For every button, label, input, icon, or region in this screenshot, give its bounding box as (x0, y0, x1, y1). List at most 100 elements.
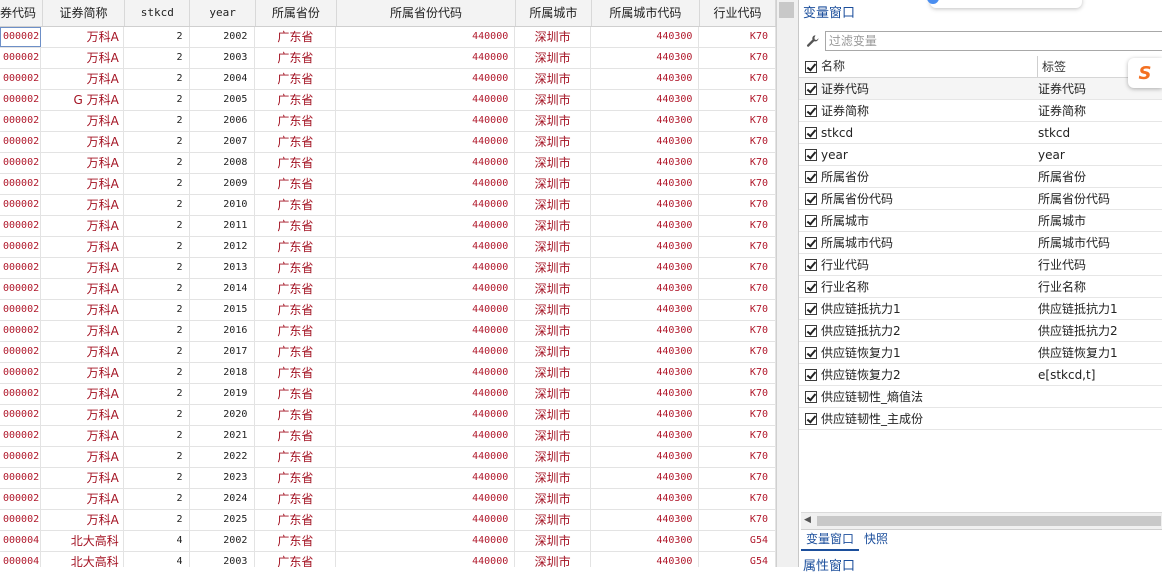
table-row[interactable]: 000002 万科A 2 2020 广东省 440000 深圳市 440300 K70 (0, 405, 776, 426)
cell-stkcd[interactable]: 2 (124, 153, 190, 173)
scrollbar-thumb[interactable] (817, 516, 1161, 526)
variable-row[interactable]: 行业代码 行业代码 (799, 254, 1162, 276)
table-row[interactable]: 000002 万科A 2 2007 广东省 440000 深圳市 440300 K70 (0, 132, 776, 153)
cell-city[interactable]: 深圳市 (515, 153, 591, 173)
cell-code[interactable]: 000002 (0, 69, 42, 89)
variable-checkbox[interactable] (805, 148, 817, 161)
cell-city-code[interactable]: 440300 (591, 510, 700, 530)
variable-checkbox[interactable] (805, 302, 817, 315)
cell-short-name[interactable]: 万科A (41, 111, 124, 131)
cell-industry-code[interactable]: K70 (699, 111, 776, 131)
cell-stkcd[interactable]: 2 (124, 300, 190, 320)
cell-city[interactable]: 深圳市 (515, 405, 591, 425)
cell-short-name[interactable]: 万科A (41, 384, 124, 404)
cell-year[interactable]: 2009 (190, 174, 256, 194)
table-row[interactable]: 000002 万科A 2 2018 广东省 440000 深圳市 440300 K70 (0, 363, 776, 384)
cell-code[interactable]: 000002 (0, 342, 42, 362)
cell-short-name[interactable]: 万科A (41, 300, 124, 320)
cell-year[interactable]: 2004 (190, 69, 256, 89)
cell-province-code[interactable]: 440000 (336, 90, 516, 110)
cell-stkcd[interactable]: 2 (124, 384, 190, 404)
variable-checkbox[interactable] (805, 258, 817, 271)
cell-stkcd[interactable]: 2 (124, 174, 190, 194)
cell-province[interactable]: 广东省 (255, 405, 337, 425)
variable-row[interactable]: 供应链韧性_主成份 (799, 408, 1162, 430)
variable-checkbox[interactable] (805, 82, 817, 95)
variable-checkbox[interactable] (805, 368, 817, 381)
col-header-short-name[interactable]: 证券简称 (43, 0, 126, 26)
cell-city-code[interactable]: 440300 (591, 48, 700, 68)
cell-city-code[interactable]: 440300 (591, 531, 700, 551)
cell-city[interactable]: 深圳市 (515, 27, 591, 47)
cell-year[interactable]: 2015 (190, 300, 256, 320)
cell-province-code[interactable]: 440000 (336, 216, 516, 236)
cell-province-code[interactable]: 440000 (336, 195, 516, 215)
cell-short-name[interactable]: 万科A (41, 279, 124, 299)
tab-snapshot[interactable]: 快照 (859, 530, 893, 549)
cell-province[interactable]: 广东省 (255, 69, 337, 89)
table-row[interactable]: 000004 北大高科 4 2002 广东省 440000 深圳市 440300 G54 (0, 531, 776, 552)
cell-province[interactable]: 广东省 (255, 27, 337, 47)
cell-city-code[interactable]: 440300 (591, 384, 700, 404)
col-header-province-code[interactable]: 所属省份代码 (337, 0, 516, 26)
cell-city[interactable]: 深圳市 (515, 489, 591, 509)
cell-code[interactable]: 000002 (0, 321, 42, 341)
variable-row[interactable]: 所属城市 所属城市 (799, 210, 1162, 232)
cell-stkcd[interactable]: 2 (124, 342, 190, 362)
cell-code[interactable]: 000002 (0, 132, 42, 152)
cell-year[interactable]: 2003 (190, 552, 256, 567)
cell-industry-code[interactable]: K70 (699, 69, 776, 89)
variable-list-horizontal-scrollbar[interactable]: ◀ (801, 512, 1162, 529)
cell-province-code[interactable]: 440000 (336, 279, 516, 299)
cell-city[interactable]: 深圳市 (515, 426, 591, 446)
table-row[interactable]: 000002 万科A 2 2014 广东省 440000 深圳市 440300 K70 (0, 279, 776, 300)
cell-province-code[interactable]: 440000 (336, 258, 516, 278)
variable-row[interactable]: 供应链韧性_熵值法 (799, 386, 1162, 408)
cell-year[interactable]: 2018 (190, 363, 256, 383)
cell-code[interactable]: 000002 (0, 27, 42, 47)
cell-year[interactable]: 2017 (190, 342, 256, 362)
cell-city-code[interactable]: 440300 (591, 27, 700, 47)
variable-row[interactable]: 所属城市代码 所属城市代码 (799, 232, 1162, 254)
cell-industry-code[interactable]: K70 (699, 216, 776, 236)
cell-year[interactable]: 2005 (190, 90, 256, 110)
cell-province-code[interactable]: 440000 (336, 27, 516, 47)
cell-stkcd[interactable]: 2 (124, 69, 190, 89)
cell-city-code[interactable]: 440300 (591, 321, 700, 341)
cell-province[interactable]: 广东省 (255, 531, 337, 551)
cell-short-name[interactable]: 万科A (41, 447, 124, 467)
cell-province-code[interactable]: 440000 (336, 321, 516, 341)
cell-province-code[interactable]: 440000 (336, 531, 516, 551)
cell-short-name[interactable]: 万科A (41, 468, 124, 488)
cell-city[interactable]: 深圳市 (515, 195, 591, 215)
table-row[interactable]: 000002 万科A 2 2006 广东省 440000 深圳市 440300 K70 (0, 111, 776, 132)
cell-city-code[interactable]: 440300 (591, 69, 700, 89)
table-row[interactable]: 000002 万科A 2 2022 广东省 440000 深圳市 440300 K70 (0, 447, 776, 468)
cell-province[interactable]: 广东省 (255, 258, 337, 278)
cell-city-code[interactable]: 440300 (591, 363, 700, 383)
cell-industry-code[interactable]: G54 (699, 552, 776, 567)
cell-industry-code[interactable]: G54 (699, 531, 776, 551)
cell-short-name[interactable]: 万科A (41, 216, 124, 236)
cell-stkcd[interactable]: 2 (124, 363, 190, 383)
variable-checkbox[interactable] (805, 170, 817, 183)
cell-city-code[interactable]: 440300 (591, 111, 700, 131)
cell-industry-code[interactable]: K70 (699, 468, 776, 488)
cell-industry-code[interactable]: K70 (699, 174, 776, 194)
cell-province[interactable]: 广东省 (255, 237, 337, 257)
cell-province[interactable]: 广东省 (255, 510, 337, 530)
table-row[interactable]: 000002 万科A 2 2025 广东省 440000 深圳市 440300 K70 (0, 510, 776, 531)
cell-city[interactable]: 深圳市 (515, 90, 591, 110)
cell-short-name[interactable]: 万科A (41, 153, 124, 173)
cell-city[interactable]: 深圳市 (515, 342, 591, 362)
cell-city[interactable]: 深圳市 (515, 363, 591, 383)
cell-city-code[interactable]: 440300 (591, 195, 700, 215)
cell-stkcd[interactable]: 2 (124, 447, 190, 467)
cell-stkcd[interactable]: 2 (124, 195, 190, 215)
cell-short-name[interactable]: 万科A (41, 426, 124, 446)
cell-city-code[interactable]: 440300 (591, 132, 700, 152)
cell-stkcd[interactable]: 2 (124, 111, 190, 131)
cell-stkcd[interactable]: 4 (124, 531, 190, 551)
cell-code[interactable]: 000002 (0, 153, 42, 173)
variable-row[interactable]: 供应链恢复力1 供应链恢复力1 (799, 342, 1162, 364)
